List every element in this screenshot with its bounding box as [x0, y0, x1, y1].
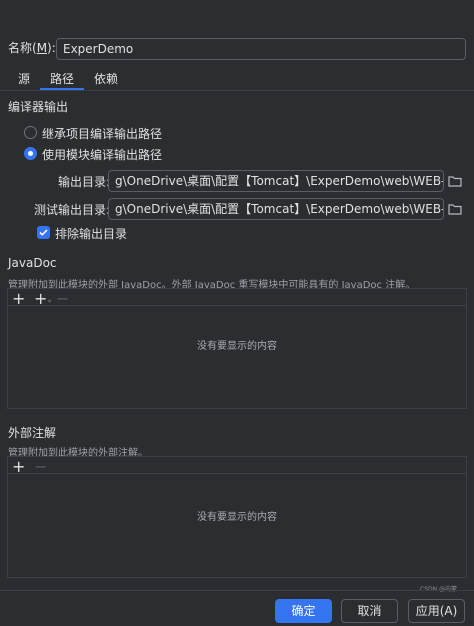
use-module-output-label[interactable]: 使用模块编译输出路径 [42, 146, 162, 163]
javadoc-title: JavaDoc [8, 256, 57, 270]
remove-icon[interactable]: − [34, 459, 47, 475]
annotations-list: + − 没有要显示的内容 [7, 456, 467, 578]
folder-browse-icon[interactable] [444, 198, 466, 220]
tab-dependencies[interactable]: 依赖 [84, 70, 128, 90]
add-url-icon[interactable]: +◦ [34, 291, 52, 309]
name-label: 名称(M): [8, 41, 56, 55]
test-output-dir-label: 测试输出目录: [34, 203, 111, 217]
inherit-output-radio[interactable] [24, 126, 37, 139]
test-output-dir-input[interactable]: g\OneDrive\桌面\配置【Tomcat】\ExperDemo\web\W… [108, 198, 444, 220]
add-icon[interactable]: + [12, 291, 25, 307]
apply-button[interactable]: 应用(A) [408, 599, 465, 623]
annotations-title: 外部注解 [8, 426, 57, 440]
output-dir-input[interactable]: g\OneDrive\桌面\配置【Tomcat】\ExperDemo\web\W… [108, 170, 444, 192]
exclude-output-checkbox[interactable] [37, 226, 50, 239]
tab-sources[interactable]: 源 [8, 70, 40, 90]
tab-paths[interactable]: 路径 [40, 70, 85, 90]
ok-button[interactable]: 确定 [275, 599, 332, 623]
toolbar-divider [8, 305, 466, 306]
module-name-input[interactable]: ExperDemo [56, 38, 466, 60]
tabs-divider [0, 90, 474, 91]
empty-state-text: 没有要显示的内容 [197, 512, 277, 523]
footer-divider [0, 590, 474, 591]
output-dir-label: 输出目录: [58, 175, 111, 189]
remove-icon[interactable]: − [56, 291, 69, 307]
add-icon[interactable]: + [12, 459, 25, 475]
toolbar-divider [8, 473, 466, 474]
watermark: CSDN @内蒙 [420, 584, 457, 593]
folder-browse-icon[interactable] [444, 170, 466, 192]
compiler-output-title: 编译器输出 [8, 100, 69, 114]
exclude-output-label[interactable]: 排除输出目录 [55, 225, 127, 242]
use-module-output-radio[interactable] [24, 147, 37, 160]
cancel-button[interactable]: 取消 [341, 599, 398, 623]
empty-state-text: 没有要显示的内容 [197, 341, 277, 352]
javadoc-list: + +◦ − 没有要显示的内容 [7, 288, 467, 409]
inherit-output-label[interactable]: 继承项目编译输出路径 [42, 125, 162, 142]
module-tabs: 源 路径 依赖 [8, 70, 128, 92]
